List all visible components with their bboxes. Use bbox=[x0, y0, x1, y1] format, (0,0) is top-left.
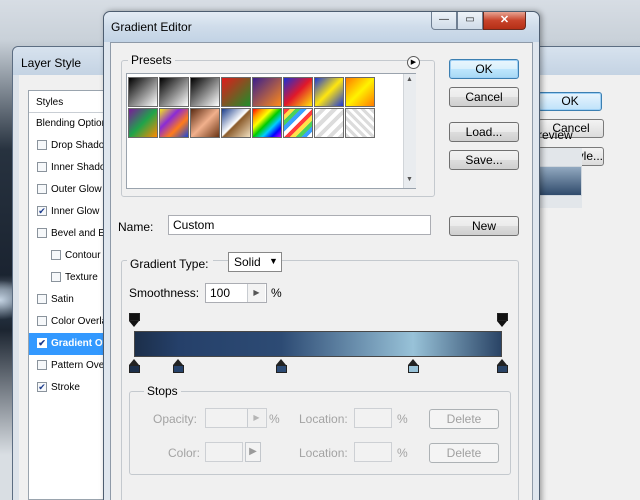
presets-menu-icon[interactable]: ▶ bbox=[407, 56, 420, 69]
opacity-location-field[interactable] bbox=[354, 408, 392, 428]
opacity-label: Opacity: bbox=[153, 412, 198, 426]
color-stop-marker[interactable] bbox=[172, 359, 184, 373]
style-item-checkbox[interactable]: ✔ bbox=[37, 338, 47, 348]
minimize-button[interactable]: — bbox=[431, 12, 457, 30]
load-button[interactable]: Load... bbox=[449, 122, 519, 142]
style-item-checkbox[interactable] bbox=[37, 228, 47, 238]
color-stop-marker[interactable] bbox=[408, 359, 420, 373]
style-item-label: Satin bbox=[51, 294, 74, 305]
color-stop-marker[interactable] bbox=[128, 359, 140, 373]
style-item-checkbox[interactable] bbox=[51, 272, 61, 282]
preset-swatch-black-white[interactable] bbox=[190, 77, 220, 107]
opacity-unit: % bbox=[269, 412, 280, 426]
layer-style-title: Layer Style bbox=[21, 56, 82, 70]
maximize-button[interactable]: ▭ bbox=[457, 12, 483, 30]
color-location-unit: % bbox=[397, 446, 408, 460]
preset-swatch-transparent-stripes[interactable] bbox=[314, 108, 344, 138]
close-button[interactable]: ✕ bbox=[483, 12, 526, 30]
style-item-label: Inner Glow bbox=[51, 206, 100, 217]
smoothness-label: Smoothness: bbox=[129, 286, 200, 300]
style-item-label: Blending Options bbox=[36, 118, 113, 129]
preset-swatch-blue-yellow-blue[interactable] bbox=[314, 77, 344, 107]
opacity-location-label: Location: bbox=[299, 412, 348, 426]
smoothness-field[interactable]: 100 ▶ bbox=[205, 283, 267, 303]
smoothness-stepper-icon[interactable]: ▶ bbox=[247, 284, 265, 302]
preset-swatch-checker-transparent[interactable] bbox=[345, 108, 375, 138]
cancel-button[interactable]: Cancel bbox=[449, 87, 519, 107]
color-stop-marker[interactable] bbox=[496, 359, 508, 373]
smoothness-value: 100 bbox=[210, 286, 231, 300]
presets-label: Presets bbox=[128, 53, 175, 67]
preset-swatch-spectrum[interactable] bbox=[252, 108, 282, 138]
name-field[interactable]: Custom bbox=[168, 215, 431, 235]
scroll-up-icon[interactable]: ▲ bbox=[406, 76, 413, 83]
color-delete-button[interactable]: Delete bbox=[429, 443, 499, 463]
preset-swatch-violet-green-orange[interactable] bbox=[128, 108, 158, 138]
style-item-checkbox[interactable] bbox=[37, 360, 47, 370]
gradient-editor-titlebar[interactable]: Gradient Editor — ▭ ✕ bbox=[104, 12, 539, 42]
color-stop-marker[interactable] bbox=[275, 359, 287, 373]
style-item-label: Stroke bbox=[51, 382, 80, 393]
opacity-stepper-icon[interactable]: ▶ bbox=[247, 409, 265, 427]
layer-style-ok-button[interactable]: OK bbox=[538, 92, 602, 111]
stops-label: Stops bbox=[144, 384, 181, 398]
preset-swatch-copper[interactable] bbox=[190, 108, 220, 138]
preset-swatch-foreground-to-transparent[interactable] bbox=[159, 77, 189, 107]
preset-swatch-red-green[interactable] bbox=[221, 77, 251, 107]
opacity-field[interactable]: ▶ bbox=[205, 408, 267, 428]
gradient-type-value: Solid bbox=[234, 255, 261, 269]
presets-scrollbar[interactable]: ▲ ▼ bbox=[403, 74, 416, 188]
scroll-down-icon[interactable]: ▼ bbox=[406, 176, 413, 183]
color-label: Color: bbox=[168, 446, 201, 460]
ok-button[interactable]: OK bbox=[449, 59, 519, 79]
gradient-bar[interactable] bbox=[134, 331, 502, 357]
style-item-label: Texture bbox=[65, 272, 98, 283]
gradient-type-dropdown[interactable]: Solid ▼ bbox=[228, 252, 282, 272]
gradient-editor-title: Gradient Editor bbox=[111, 20, 192, 34]
color-swatch-field[interactable] bbox=[205, 442, 243, 462]
smoothness-unit: % bbox=[271, 286, 282, 300]
preset-swatch-yellow-violet-orange-blue[interactable] bbox=[159, 108, 189, 138]
presets-grid: ▲ ▼ bbox=[126, 73, 416, 189]
preset-swatch-transparent-rainbow[interactable] bbox=[283, 108, 313, 138]
opacity-location-unit: % bbox=[397, 412, 408, 426]
preset-swatch-foreground-to-background[interactable] bbox=[128, 77, 158, 107]
preset-swatch-chrome[interactable] bbox=[221, 108, 251, 138]
preset-swatch-blue-red-yellow[interactable] bbox=[283, 77, 313, 107]
style-item-checkbox[interactable]: ✔ bbox=[37, 382, 47, 392]
gradient-editor-dialog: Gradient Editor — ▭ ✕ Presets ▶ ▲ ▼ OK C… bbox=[103, 11, 540, 500]
preset-swatch-violet-orange[interactable] bbox=[252, 77, 282, 107]
color-location-field[interactable] bbox=[354, 442, 392, 462]
style-item-checkbox[interactable] bbox=[37, 316, 47, 326]
style-item-checkbox[interactable] bbox=[37, 294, 47, 304]
color-picker-arrow-icon[interactable]: ▶ bbox=[245, 442, 261, 462]
chevron-down-icon: ▼ bbox=[269, 256, 278, 266]
style-item-checkbox[interactable] bbox=[37, 140, 47, 150]
name-label: Name: bbox=[118, 220, 154, 234]
style-item-label: Outer Glow bbox=[51, 184, 102, 195]
preset-swatch-orange-yellow-orange[interactable] bbox=[345, 77, 375, 107]
opacity-stop-marker[interactable] bbox=[496, 313, 508, 327]
style-item-checkbox[interactable] bbox=[37, 184, 47, 194]
new-button[interactable]: New bbox=[449, 216, 519, 236]
color-location-label: Location: bbox=[299, 446, 348, 460]
style-item-label: Contour bbox=[65, 250, 101, 261]
gradient-type-label: Gradient Type: bbox=[127, 257, 213, 271]
opacity-stop-marker[interactable] bbox=[128, 313, 140, 327]
opacity-delete-button[interactable]: Delete bbox=[429, 409, 499, 429]
style-item-checkbox[interactable]: ✔ bbox=[37, 206, 47, 216]
style-item-checkbox[interactable] bbox=[51, 250, 61, 260]
style-item-checkbox[interactable] bbox=[37, 162, 47, 172]
save-button[interactable]: Save... bbox=[449, 150, 519, 170]
gradient-editor-client: Presets ▶ ▲ ▼ OK Cancel Load... Save... … bbox=[110, 42, 533, 500]
